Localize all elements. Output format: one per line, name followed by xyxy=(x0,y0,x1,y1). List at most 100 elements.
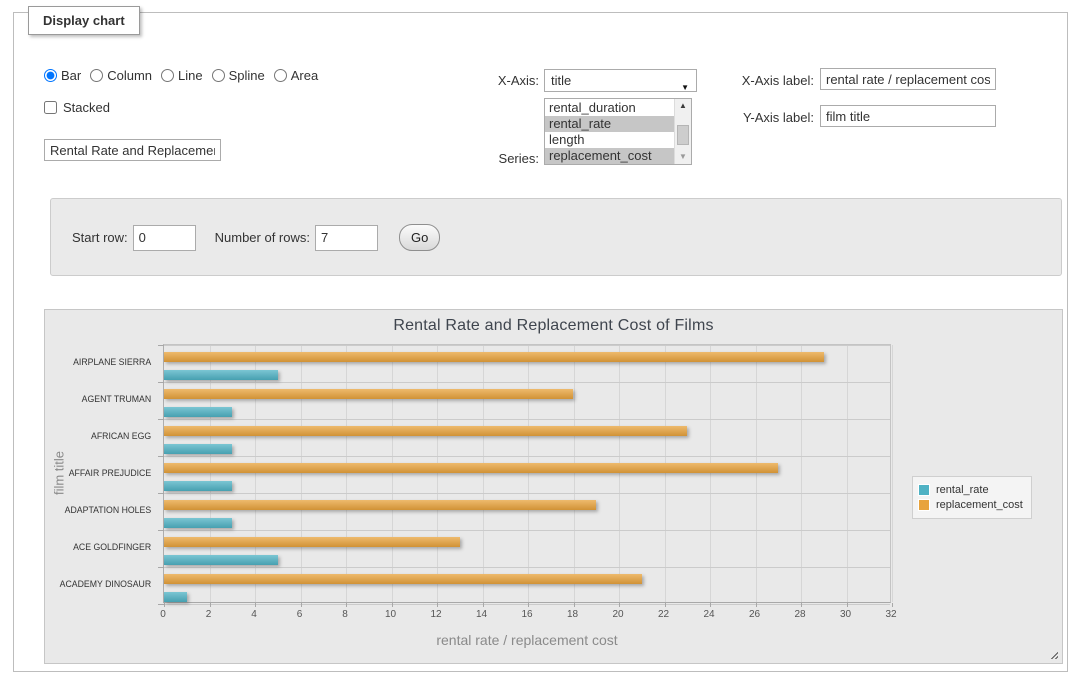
y-tick-mark xyxy=(158,456,164,457)
scroll-up-arrow-icon[interactable]: ▲ xyxy=(675,99,691,113)
num-rows-input[interactable] xyxy=(315,225,378,251)
area-radio-label: Area xyxy=(291,68,318,83)
series-option-rental-rate[interactable]: rental_rate xyxy=(545,116,674,132)
x-tick-label: 24 xyxy=(689,609,729,620)
stacked-checkbox-row[interactable]: Stacked xyxy=(44,100,110,115)
gridline xyxy=(392,345,393,602)
category-label: AIRPLANE SIERRA xyxy=(48,344,157,381)
rental_rate-bar[interactable] xyxy=(164,592,187,602)
x-tick-mark xyxy=(255,603,256,607)
x-tick-mark xyxy=(483,603,484,607)
category-label: ACE GOLDFINGER xyxy=(48,529,157,566)
x-tick-mark xyxy=(801,603,802,607)
x-tick-mark xyxy=(665,603,666,607)
chart-type-option-column[interactable]: Column xyxy=(90,68,152,83)
chart-type-option-line[interactable]: Line xyxy=(161,68,203,83)
series-option-rental-duration[interactable]: rental_duration xyxy=(545,100,674,116)
gridline xyxy=(301,345,302,602)
category-labels: AIRPLANE SIERRAAGENT TRUMANAFRICAN EGGAF… xyxy=(45,344,157,603)
x-tick-label: 12 xyxy=(416,609,456,620)
x-tick-mark xyxy=(164,603,165,607)
replacement_cost-bar[interactable] xyxy=(164,426,687,436)
scrollbar-thumb[interactable] xyxy=(677,125,689,145)
replacement_cost-bar[interactable] xyxy=(164,537,460,547)
gridline xyxy=(483,345,484,602)
bar-radio[interactable] xyxy=(44,69,57,82)
display-chart-fieldset: Bar Column Line Spline Area Stacked X-Ax… xyxy=(13,12,1068,672)
x-tick-label: 2 xyxy=(189,609,229,620)
gridline xyxy=(619,345,620,602)
category-label: ADAPTATION HOLES xyxy=(48,492,157,529)
x-axis-select[interactable]: title ▼ xyxy=(544,69,697,92)
rental_rate-bar[interactable] xyxy=(164,481,232,491)
area-radio[interactable] xyxy=(274,69,287,82)
series-list-scrollbar[interactable]: ▲ ▼ xyxy=(674,99,691,164)
rental_rate-bar[interactable] xyxy=(164,444,232,454)
x-tick-label: 32 xyxy=(871,609,911,620)
stacked-checkbox[interactable] xyxy=(44,101,57,114)
rental_rate-bar[interactable] xyxy=(164,518,232,528)
go-button[interactable]: Go xyxy=(399,224,440,251)
replacement_cost-bar[interactable] xyxy=(164,574,642,584)
chart-x-axis-title: rental rate / replacement cost xyxy=(163,632,891,648)
x-tick-label: 26 xyxy=(735,609,775,620)
replacement_cost-bar[interactable] xyxy=(164,352,824,362)
column-radio-label: Column xyxy=(107,68,152,83)
x-tick-label: 20 xyxy=(598,609,638,620)
replacement_cost-bar[interactable] xyxy=(164,500,596,510)
start-row-input[interactable] xyxy=(133,225,196,251)
y-axis-label-input[interactable] xyxy=(820,105,996,127)
chart-type-option-spline[interactable]: Spline xyxy=(212,68,265,83)
y-tick-mark xyxy=(158,382,164,383)
category-separator-line xyxy=(164,419,890,420)
num-rows-label: Number of rows: xyxy=(215,230,310,245)
x-tick-label: 14 xyxy=(462,609,502,620)
replacement_cost-bar[interactable] xyxy=(164,389,573,399)
y-tick-mark xyxy=(158,345,164,346)
x-tick-mark xyxy=(892,603,893,607)
chart-type-radio-group: Bar Column Line Spline Area xyxy=(44,68,327,83)
x-tick-label: 6 xyxy=(280,609,320,620)
series-multiselect[interactable]: rental_duration rental_rate length repla… xyxy=(544,98,692,165)
chart-title-input[interactable] xyxy=(44,139,221,161)
line-radio-label: Line xyxy=(178,68,203,83)
gridline xyxy=(847,345,848,602)
x-tick-label: 16 xyxy=(507,609,547,620)
column-radio[interactable] xyxy=(90,69,103,82)
spline-radio[interactable] xyxy=(212,69,225,82)
series-option-length[interactable]: length xyxy=(545,132,674,148)
gridline xyxy=(710,345,711,602)
rental_rate-bar[interactable] xyxy=(164,407,232,417)
resize-handle-icon[interactable] xyxy=(1048,649,1058,659)
series-option-replacement-cost[interactable]: replacement_cost xyxy=(545,148,674,164)
scroll-down-arrow-icon[interactable]: ▼ xyxy=(675,150,691,164)
legend-label: rental_rate xyxy=(936,484,989,496)
x-tick-mark xyxy=(392,603,393,607)
gridline xyxy=(801,345,802,602)
rental_rate-color-swatch-icon xyxy=(918,484,930,496)
rental_rate-bar[interactable] xyxy=(164,555,278,565)
row-controls-panel: Start row: Number of rows: Go xyxy=(50,198,1062,276)
x-tick-mark xyxy=(346,603,347,607)
legend-item-replacement_cost[interactable]: replacement_cost xyxy=(918,499,1023,511)
rental_rate-bar[interactable] xyxy=(164,370,278,380)
x-axis-select-value: title xyxy=(551,73,571,88)
line-radio[interactable] xyxy=(161,69,174,82)
chart-type-option-bar[interactable]: Bar xyxy=(44,68,81,83)
replacement_cost-bar[interactable] xyxy=(164,463,778,473)
y-tick-mark xyxy=(158,530,164,531)
replacement_cost-color-swatch-icon xyxy=(918,499,930,511)
y-tick-mark xyxy=(158,493,164,494)
legend-item-rental_rate[interactable]: rental_rate xyxy=(918,484,1023,496)
x-axis-label-input[interactable] xyxy=(820,68,996,90)
series-options: rental_duration rental_rate length repla… xyxy=(545,100,674,164)
chevron-down-icon: ▼ xyxy=(681,77,689,98)
x-tick-label: 28 xyxy=(780,609,820,620)
gridline xyxy=(346,345,347,602)
series-select-label: Series: xyxy=(454,151,539,166)
x-tick-mark xyxy=(847,603,848,607)
x-tick-mark xyxy=(574,603,575,607)
fieldset-legend: Display chart xyxy=(28,6,140,35)
chart-type-option-area[interactable]: Area xyxy=(274,68,318,83)
chart-title: Rental Rate and Replacement Cost of Film… xyxy=(45,317,1062,335)
